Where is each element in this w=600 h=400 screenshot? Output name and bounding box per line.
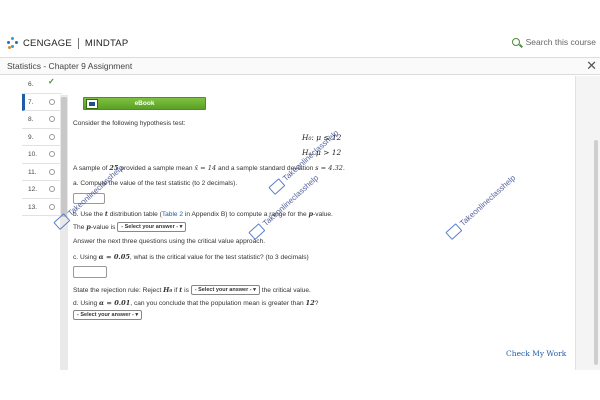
search-course[interactable]: Search this course	[511, 37, 596, 47]
search-placeholder: Search this course	[525, 37, 596, 47]
part-b-text: in Appendix B) to compute a range for th…	[183, 211, 309, 218]
question-intro: Consider the following hypothesis test:	[73, 120, 186, 127]
part-d-text: , can you conclude that the population m…	[130, 300, 306, 307]
critical-value-input[interactable]	[73, 266, 107, 278]
part-c-alpha: α = 0.05	[98, 253, 130, 261]
status-circle-icon	[49, 116, 55, 122]
status-circle-icon	[49, 186, 55, 192]
select-placeholder: - Select your answer -	[77, 312, 134, 318]
nav-number: 12.	[28, 186, 38, 193]
part-d-text: d. Using	[73, 300, 100, 307]
rejection-rule-row: State the rejection rule: Reject H₀ if t…	[73, 285, 311, 295]
assignment-title-bar: Statistics - Chapter 9 Assignment ✕	[0, 57, 600, 75]
nav-number: 9.	[28, 133, 34, 141]
p-value-text: -value is	[90, 223, 116, 231]
part-b-prompt: b. Use the t distribution table (Table 2…	[73, 210, 333, 218]
part-b-text: distribution table (	[107, 211, 162, 218]
nav-item-9[interactable]: 9.	[22, 129, 62, 146]
nav-number: 8.	[28, 116, 34, 123]
nav-item-8[interactable]: 8.	[22, 111, 62, 129]
nav-number: 10.	[28, 151, 38, 158]
rejection-rule-select[interactable]: - Select your answer - ▾	[190, 285, 260, 295]
sample-mean: x̄ = 14	[194, 164, 217, 172]
brand-divider	[77, 37, 79, 49]
content-scrollbar-thumb[interactable]	[594, 140, 598, 365]
reject-text: is	[182, 286, 189, 294]
check-my-work-link[interactable]: Check My Work	[506, 349, 566, 358]
close-icon[interactable]: ✕	[586, 58, 597, 74]
cengage-logo[interactable]: CENGAGE MINDTAP	[7, 37, 128, 49]
sample-text: A sample of	[73, 165, 110, 172]
status-circle-icon	[49, 151, 55, 157]
conclusion-select[interactable]: - Select your answer - ▾	[73, 310, 143, 320]
reject-h0: H₀	[163, 285, 173, 294]
ebook-button[interactable]: eBook	[83, 97, 206, 110]
status-circle-icon	[49, 203, 55, 210]
nav-item-6[interactable]: 6.	[22, 76, 62, 94]
search-icon[interactable]	[511, 38, 520, 46]
nav-number: 11.	[28, 168, 37, 176]
reject-text: the critical value.	[261, 286, 311, 294]
part-c-prompt: c. Using α = 0.05, what is the critical …	[73, 253, 309, 261]
part-d-text: ?	[314, 300, 319, 307]
check-icon	[48, 77, 55, 87]
question-content: eBook Consider the following hypothesis …	[73, 96, 568, 371]
part-d-number: 12	[305, 299, 315, 307]
product-name: MINDTAP	[84, 37, 129, 49]
status-circle-icon	[49, 168, 55, 175]
chevron-down-icon: ▾	[253, 287, 256, 293]
part-c-text: , what is the critical value for the tes…	[129, 254, 309, 261]
chevron-down-icon: ▾	[135, 312, 139, 318]
nav-item-10[interactable]: 10.	[22, 146, 62, 164]
nav-item-7[interactable]: 7.	[22, 93, 62, 111]
reject-text: State the rejection rule: Reject	[73, 286, 164, 294]
sample-sd: s = 4.32	[315, 164, 343, 172]
sample-text: provided a sample mean	[118, 165, 195, 172]
critical-value-instruction: Answer the next three questions using th…	[73, 238, 266, 245]
nav-number: 7.	[28, 98, 34, 106]
part-b-text: -value.	[313, 211, 333, 218]
status-circle-icon	[49, 133, 55, 140]
nav-number: 13.	[28, 203, 38, 211]
conclusion-row: - Select your answer - ▾	[73, 310, 143, 320]
p-value-select[interactable]: - Select your answer - ▾	[117, 222, 187, 232]
part-d-prompt: d. Using α = 0.01, can you conclude that…	[73, 299, 318, 307]
part-c-text: c. Using	[73, 254, 99, 261]
nav-item-12[interactable]: 12.	[22, 181, 62, 199]
top-bar: CENGAGE MINDTAP Search this course	[0, 30, 600, 56]
select-placeholder: - Select your answer -	[121, 224, 179, 230]
sample-text: .	[342, 165, 345, 172]
select-placeholder: - Select your answer -	[194, 287, 252, 293]
part-d-alpha: α = 0.01	[99, 299, 131, 307]
nav-item-13[interactable]: 13.	[22, 199, 62, 216]
ebook-icon	[86, 99, 98, 109]
brand-name: CENGAGE	[23, 37, 72, 49]
p-value-text: The	[73, 223, 87, 231]
cengage-logo-icon	[7, 37, 19, 49]
nav-scrollbar-thumb[interactable]	[61, 97, 67, 217]
chevron-down-icon: ▾	[179, 224, 183, 230]
table-2-link[interactable]: Table 2	[162, 211, 183, 218]
question-nav: 6. 7. 8. 9. 10. 11. 12. 13.	[22, 76, 62, 216]
assignment-title: Statistics - Chapter 9 Assignment	[7, 61, 133, 71]
nav-number: 6.	[28, 81, 34, 88]
nav-item-11[interactable]: 11.	[22, 164, 62, 181]
ebook-label: eBook	[134, 100, 155, 107]
p-value-row: The p-value is - Select your answer - ▾	[73, 222, 187, 232]
status-circle-icon	[49, 98, 55, 105]
